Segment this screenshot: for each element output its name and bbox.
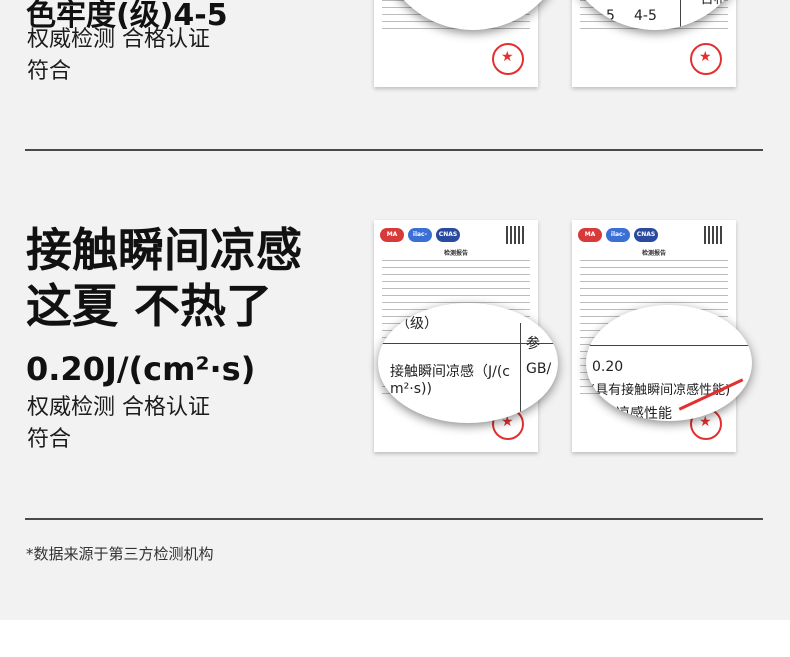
mag-text: 5	[606, 8, 615, 24]
mag-text: 4-5	[634, 8, 657, 24]
ma-logo-icon: MA	[578, 228, 602, 242]
mag-text: m²·s))	[390, 381, 432, 397]
red-seal-icon	[690, 43, 722, 75]
mag-text: 接触瞬间凉感（J/(c	[390, 364, 511, 380]
magnifier-2b: 0.20 (具有接触瞬间凉感性能) 凉感性能	[586, 305, 752, 421]
section-divider-2	[25, 518, 763, 520]
compliance-text-2: 符合	[27, 427, 72, 452]
mag-text: 合格	[700, 0, 728, 8]
table-line	[680, 0, 681, 30]
certification-text-2: 权威检测 合格认证	[27, 395, 210, 420]
content-panel: 色牢度(级)4-5 权威检测 合格认证 符合 5 4-5 合格 接触瞬间凉感 这…	[0, 0, 790, 620]
mag-text: 参	[526, 336, 540, 352]
ilac-logo-icon: ilac-MRA	[606, 228, 630, 252]
section-divider-1	[25, 149, 763, 151]
cnas-logo-icon: CNAS	[436, 228, 460, 242]
mag-text: GB/	[526, 361, 552, 377]
certification-text-1: 权威检测 合格认证	[27, 27, 210, 52]
report-title: 检测报告	[641, 250, 666, 257]
table-line	[520, 323, 521, 423]
mag-text: 0.20	[592, 359, 624, 375]
cert-logos: MA ilac-MRA CNAS	[578, 228, 698, 252]
ilac-logo-icon: ilac-MRA	[408, 228, 432, 252]
cooling-value: 0.20J/(cm²·s)	[26, 350, 256, 388]
cert-logos: MA ilac-MRA CNAS	[380, 228, 500, 252]
data-source-footnote: *数据来源于第三方检测机构	[26, 545, 214, 563]
magnifier-2a: 水（级） 接触瞬间凉感（J/(c m²·s)) 参 GB/	[378, 303, 558, 423]
compliance-text-1: 符合	[27, 59, 72, 84]
mag-text: 凉感性能	[616, 406, 672, 421]
cooling-heading-line2: 这夏 不热了	[26, 279, 273, 333]
report-title: 检测报告	[443, 250, 468, 257]
cnas-logo-icon: CNAS	[634, 228, 658, 242]
qr-code-icon	[704, 226, 722, 244]
mag-text: 水（级）	[382, 316, 438, 332]
red-seal-icon	[492, 43, 524, 75]
ma-logo-icon: MA	[380, 228, 404, 242]
table-line	[586, 345, 752, 346]
qr-code-icon	[506, 226, 524, 244]
